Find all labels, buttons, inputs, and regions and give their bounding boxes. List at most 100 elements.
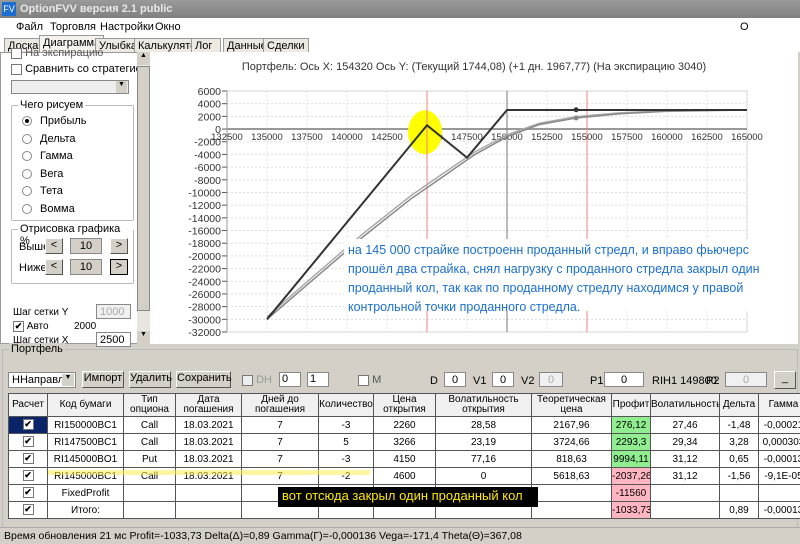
menu-bar: Файл Торговля Настройки Окно О программе: [0, 18, 800, 45]
table-row[interactable]: ✔ RI147500BC1 Call 18.03.2021 7 5 3266 23,19 372…: [8, 433, 800, 451]
radio-vomma[interactable]: Вомма: [22, 203, 142, 217]
table-cell: 276,12: [611, 416, 651, 434]
above-increase-button[interactable]: >: [110, 238, 128, 254]
compare-checkbox[interactable]: Сравнить со стратегией: [11, 63, 148, 75]
column-header[interactable]: Дельта: [719, 393, 759, 417]
scroll-thumb[interactable]: [137, 66, 150, 311]
checkbox[interactable]: ✔: [22, 487, 34, 499]
scrollbar[interactable]: ▲ ▼: [137, 52, 150, 344]
window-title: OptionFVV версия 2.1 public: [20, 3, 173, 15]
direction-select[interactable]: ННаправле ▼: [8, 372, 76, 388]
column-header[interactable]: Волатильность: [650, 393, 720, 417]
table-cell: Call: [123, 416, 176, 434]
table-cell: -3: [318, 416, 374, 434]
delete-button[interactable]: Удалить: [129, 371, 172, 388]
v2-label: V2: [521, 375, 535, 387]
table-row[interactable]: ✔ RI150000BC1 Call 18.03.2021 7 -3 2260 28,58 21…: [8, 416, 800, 434]
spinner-1[interactable]: 0: [279, 372, 301, 387]
table-cell: [531, 501, 612, 519]
import-button[interactable]: Импорт: [82, 371, 124, 388]
y-tick-label: -20000: [188, 251, 221, 263]
column-header[interactable]: Код бумаги: [47, 393, 124, 417]
column-header[interactable]: Теоретическая цена: [531, 393, 612, 417]
current-point-marker: [573, 115, 579, 121]
checkbox[interactable]: ✔: [22, 504, 34, 516]
checkbox[interactable]: ✔: [22, 470, 34, 482]
table-cell: Call: [123, 433, 176, 451]
column-header[interactable]: Дней до погашения: [241, 393, 319, 417]
callout-text: вот отсюда закрыл один проданный кол: [278, 487, 538, 507]
p2-label: P2: [706, 375, 720, 387]
below-value[interactable]: 10: [70, 259, 102, 275]
scroll-up-icon[interactable]: ▲: [137, 52, 150, 65]
calc-checkbox[interactable]: ✔: [8, 484, 48, 502]
calc-checkbox[interactable]: ✔: [8, 450, 48, 468]
table-cell: 3266: [373, 433, 436, 451]
column-header[interactable]: Количество: [318, 393, 374, 417]
radio-vega[interactable]: Вега: [22, 168, 142, 182]
p1-field[interactable]: 0: [604, 372, 644, 387]
table-cell: -3: [318, 450, 374, 468]
table-cell: -1,56: [719, 467, 759, 485]
menu-settings[interactable]: Настройки: [100, 21, 154, 33]
menu-window[interactable]: Окно: [155, 21, 181, 33]
v2-field[interactable]: 0: [539, 372, 563, 387]
above-value[interactable]: 10: [70, 238, 102, 254]
menu-trade[interactable]: Торговля: [50, 21, 96, 33]
column-header[interactable]: Гамма: [758, 393, 800, 417]
radio-delta[interactable]: Дельта: [22, 133, 142, 147]
dh-checkbox[interactable]: DH: [242, 374, 272, 386]
table-row[interactable]: ✔ RI145000BO1 Put 18.03.2021 7 -3 4150 77,16 818…: [8, 450, 800, 468]
calc-checkbox[interactable]: ✔: [8, 416, 48, 434]
checkbox[interactable]: ✔: [22, 453, 34, 465]
table-cell: 7: [241, 433, 319, 451]
save-button[interactable]: Сохранить: [176, 371, 232, 388]
column-header[interactable]: Дата погашения: [175, 393, 242, 417]
chevron-down-icon: ▼: [62, 374, 74, 386]
v1-field[interactable]: 0: [492, 372, 514, 387]
table-cell: -0,00021: [758, 416, 800, 434]
table-cell: FixedProfit: [47, 484, 124, 502]
auto-checkbox[interactable]: ✔ Авто: [13, 321, 49, 332]
tab-deals[interactable]: Сделки: [263, 38, 309, 53]
column-header[interactable]: Волатильность открытия: [435, 393, 532, 417]
spinner-2[interactable]: 1: [307, 372, 329, 387]
column-header[interactable]: Цена открытия: [373, 393, 436, 417]
radio-gamma[interactable]: Гамма: [22, 150, 142, 164]
table-cell: 23,19: [435, 433, 532, 451]
below-decrease-button[interactable]: <: [45, 259, 63, 275]
y-tick-label: 4000: [198, 99, 222, 111]
strategy-select[interactable]: ▼: [11, 80, 129, 94]
scroll-down-icon[interactable]: ▼: [137, 331, 150, 344]
column-header[interactable]: Расчет: [8, 393, 48, 417]
calc-checkbox[interactable]: ✔: [8, 501, 48, 519]
minimize-button[interactable]: _: [774, 371, 796, 389]
calc-checkbox[interactable]: ✔: [8, 467, 48, 485]
grid-y-field[interactable]: 1000: [96, 304, 131, 319]
p2-field[interactable]: 0: [725, 372, 767, 387]
table-cell: [758, 484, 800, 502]
y-tick-label: -24000: [188, 276, 221, 288]
y-tick-label: -10000: [188, 187, 221, 199]
column-header[interactable]: Профит: [611, 393, 651, 417]
radio-profit[interactable]: Прибыль: [22, 115, 142, 129]
calc-checkbox[interactable]: ✔: [8, 433, 48, 451]
checkbox[interactable]: ✔: [22, 419, 34, 431]
grid-x-field[interactable]: 2500: [96, 332, 131, 347]
y-tick-label: -30000: [188, 314, 221, 326]
column-header[interactable]: Тип опциона: [123, 393, 176, 417]
below-increase-button[interactable]: >: [110, 259, 128, 275]
checkbox[interactable]: ✔: [22, 436, 34, 448]
radio-theta[interactable]: Тета: [22, 185, 142, 199]
auto-value: 2000: [74, 321, 97, 332]
tab-log[interactable]: Лог: [191, 38, 221, 53]
menu-file[interactable]: Файл: [16, 21, 43, 33]
portfolio-title: Портфель: [9, 343, 65, 355]
above-decrease-button[interactable]: <: [45, 238, 63, 254]
table-cell: 9994,11: [611, 450, 651, 468]
y-tick-label: -28000: [188, 302, 221, 314]
d-field[interactable]: 0: [444, 372, 466, 387]
expiry-checkbox[interactable]: На экспирацию: [11, 47, 103, 59]
grid-y-label: Шаг сетки Y: [13, 307, 69, 318]
m-checkbox[interactable]: M: [358, 374, 381, 386]
